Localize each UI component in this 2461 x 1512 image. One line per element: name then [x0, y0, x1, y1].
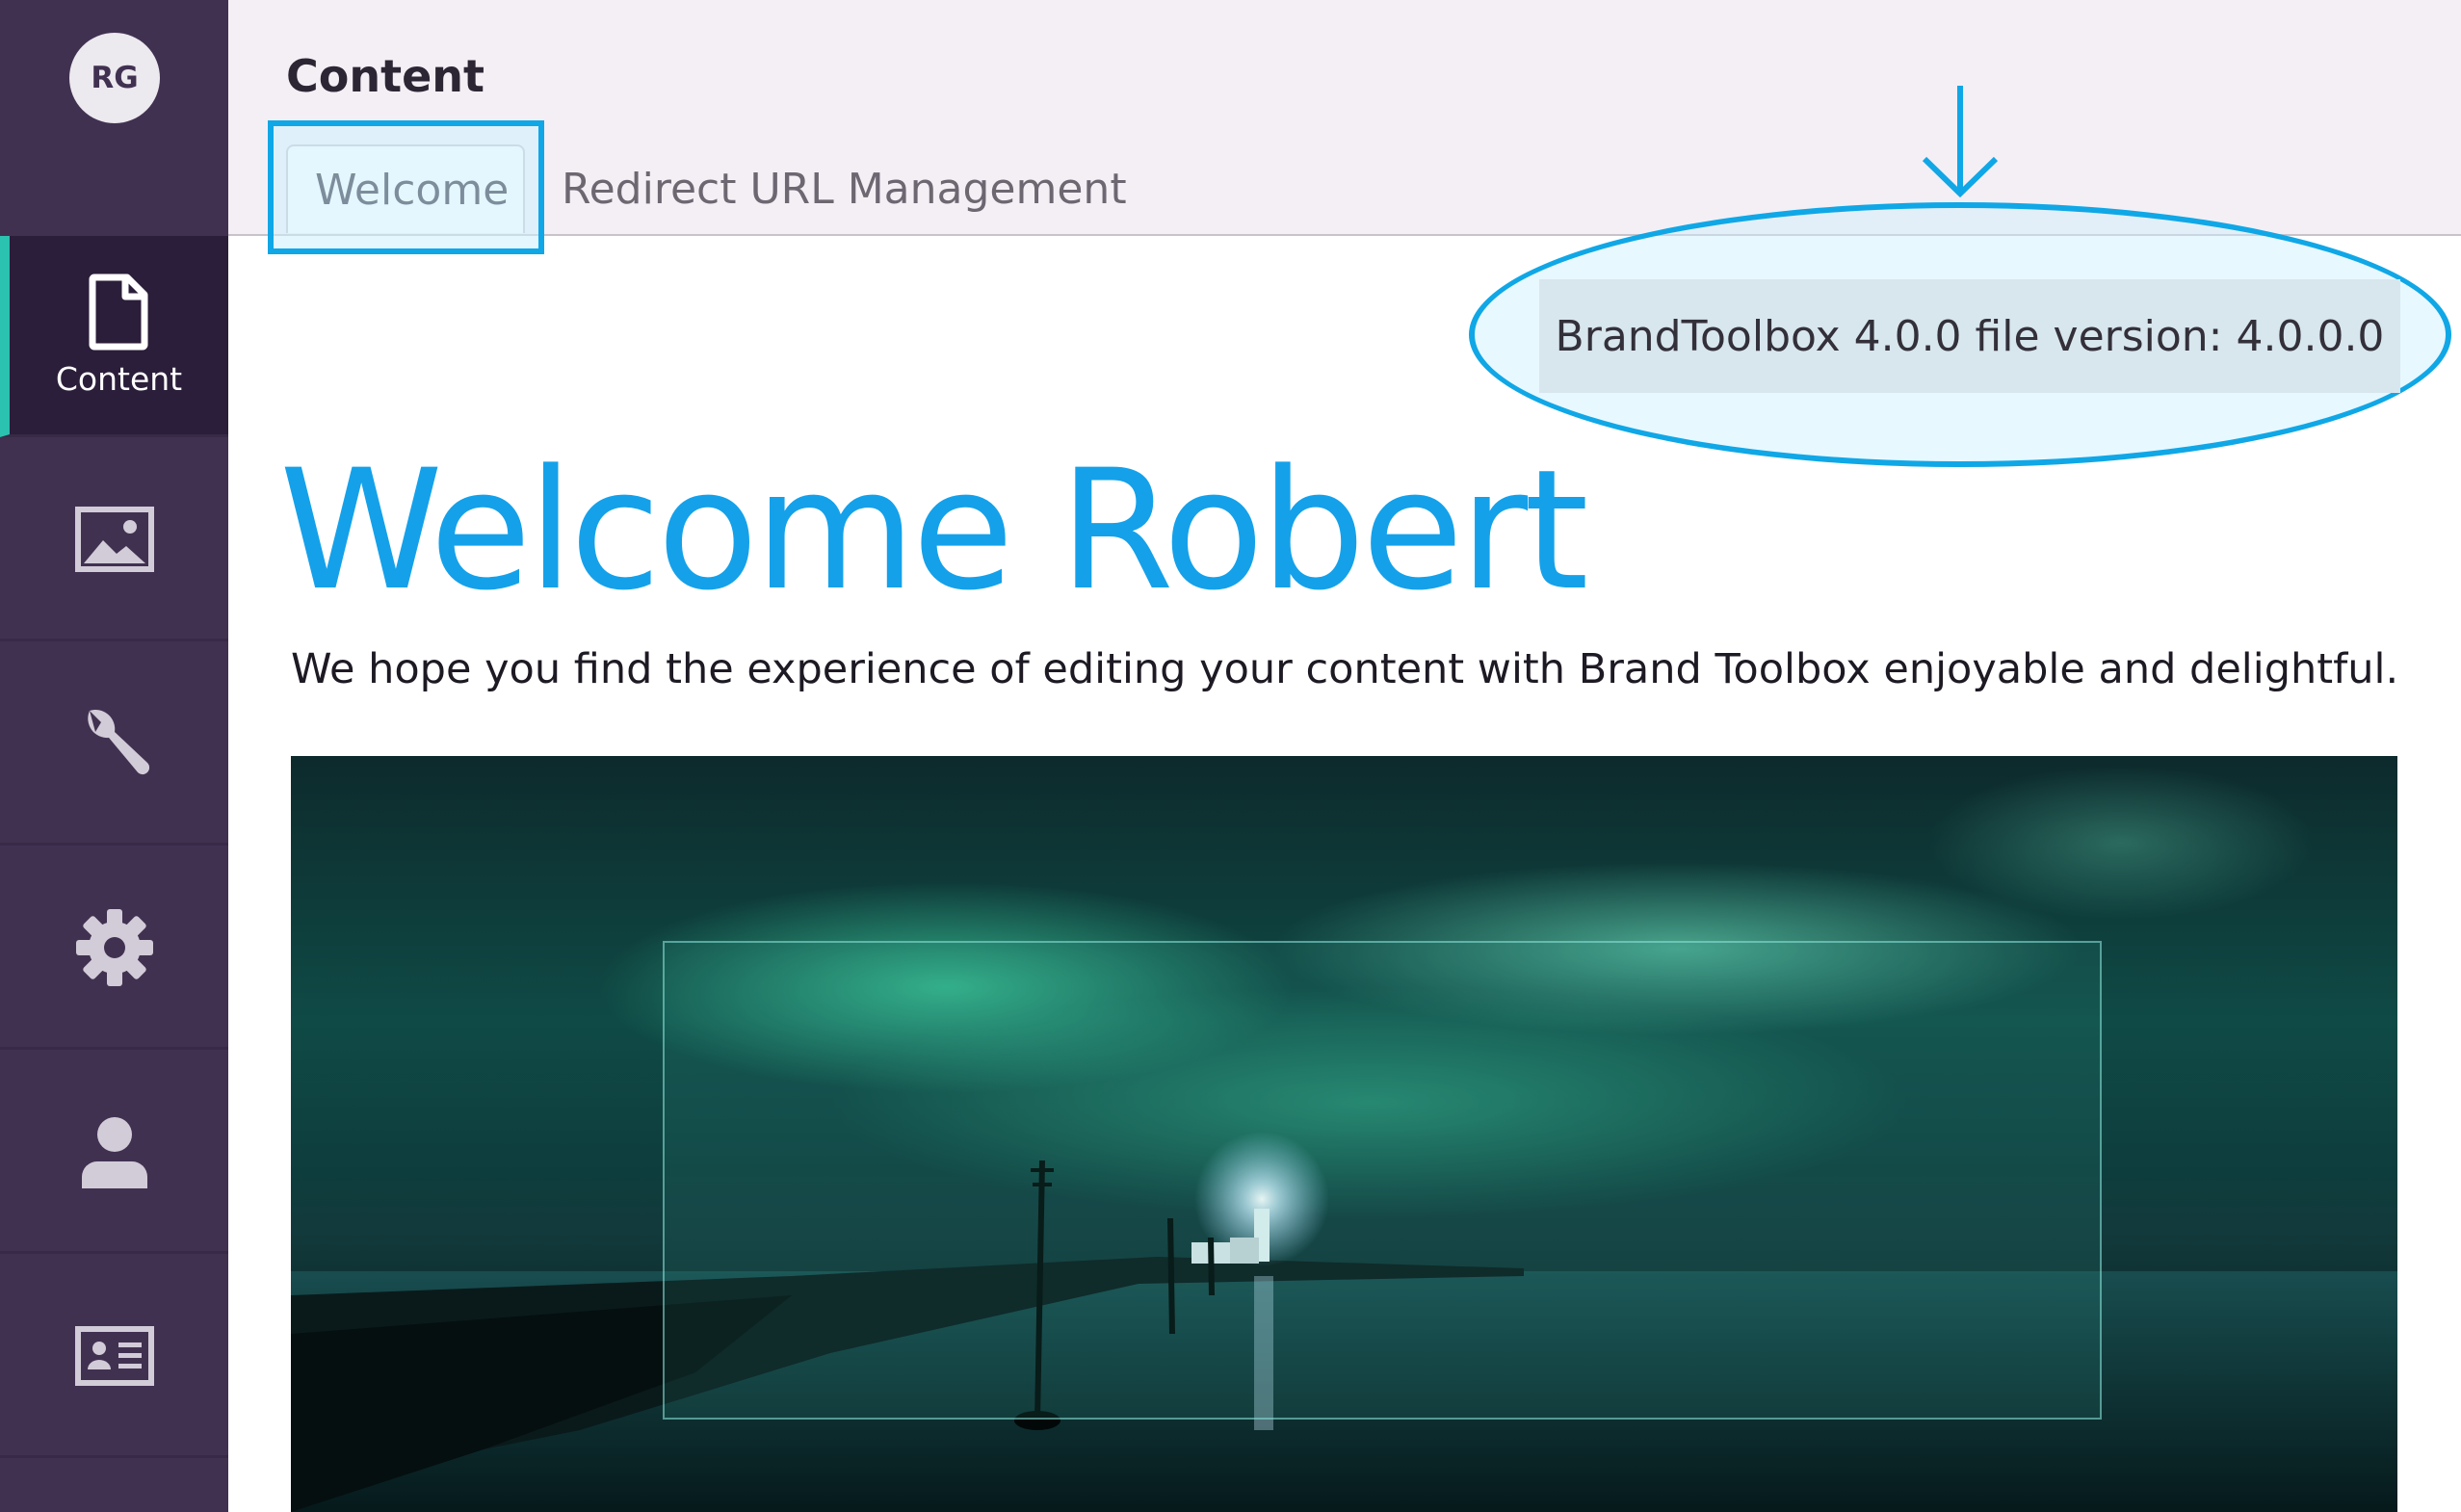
- sidebar-item-settings[interactable]: [0, 848, 228, 1050]
- content-header: Content Welcome Redirect URL Management: [228, 0, 2461, 236]
- sidebar-item-media[interactable]: [0, 440, 228, 641]
- sidebar-item-members[interactable]: [0, 1053, 228, 1254]
- gear-icon: [75, 909, 153, 986]
- sidebar-header: RG: [0, 0, 228, 239]
- sidebar-item-content[interactable]: Content: [0, 236, 228, 437]
- wrench-icon: [87, 710, 149, 775]
- tab-welcome[interactable]: Welcome: [286, 144, 525, 233]
- sidebar: RG Content: [0, 0, 228, 1512]
- sidebar-item-label: Content: [55, 359, 183, 398]
- user-icon: [81, 1117, 147, 1188]
- avatar[interactable]: RG: [69, 33, 160, 123]
- arrow-down-icon: [1922, 86, 1999, 198]
- welcome-message: We hope you find the experience of editi…: [291, 645, 2399, 693]
- welcome-heading: Welcome Robert: [279, 433, 1589, 627]
- id-card-icon: [74, 1326, 154, 1386]
- sidebar-item-forms[interactable]: [0, 1257, 228, 1458]
- tab-redirect-url-management[interactable]: Redirect URL Management: [535, 144, 1154, 233]
- version-info: BrandToolbox 4.0.0 file version: 4.0.0.0: [1539, 279, 2400, 393]
- hero-image: [291, 756, 2397, 1512]
- image-icon: [74, 507, 154, 572]
- sidebar-item-settings-tools[interactable]: [0, 644, 228, 846]
- page-title: Content: [286, 50, 485, 102]
- hero-image-frame: [663, 941, 2102, 1420]
- document-icon: [89, 274, 147, 350]
